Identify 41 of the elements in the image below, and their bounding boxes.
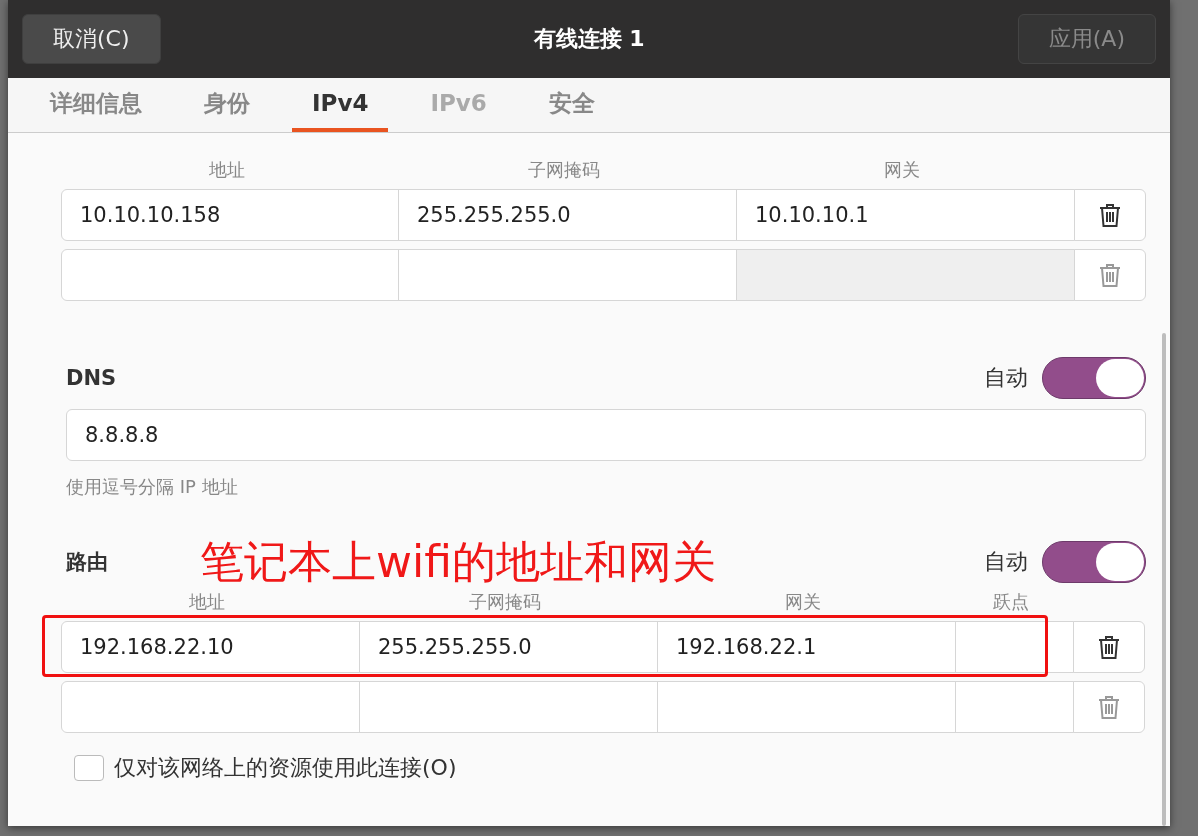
input-field[interactable]: 10.10.10.1 <box>736 189 1075 241</box>
column-header: 子网掩码 <box>527 158 601 182</box>
annotation-text: 笔记本上wifi的地址和网关 <box>200 534 717 589</box>
column-header: 跃点 <box>992 590 1030 614</box>
delete-button[interactable] <box>1074 189 1146 241</box>
column-header: 网关 <box>883 158 921 182</box>
input-field[interactable]: 10.10.10.158 <box>61 189 399 241</box>
checkbox-label: 仅对该网络上的资源使用此连接(O) <box>114 754 457 782</box>
input-field[interactable]: 192.168.22.10 <box>61 621 360 673</box>
toggle-switch[interactable] <box>1042 357 1146 399</box>
input-field[interactable] <box>657 681 956 733</box>
input-field[interactable] <box>61 249 399 301</box>
trash-icon <box>1097 694 1121 720</box>
delete-button[interactable] <box>1073 621 1145 673</box>
column-header: 地址 <box>207 158 246 182</box>
window-title: 有线连接 1 <box>533 25 645 53</box>
hint-text: 使用逗号分隔 IP 地址 <box>66 475 239 499</box>
tab[interactable]: IPv4 <box>292 78 389 132</box>
toggle-switch[interactable] <box>1042 541 1146 583</box>
section-label: DNS <box>66 366 118 390</box>
trash-icon <box>1098 262 1122 288</box>
input-field[interactable] <box>955 681 1074 733</box>
trash-icon <box>1097 634 1121 660</box>
section-label: 路由 <box>66 549 109 576</box>
input-field[interactable] <box>61 681 360 733</box>
column-header: 地址 <box>188 590 226 614</box>
checkbox[interactable] <box>74 755 104 781</box>
trash-icon <box>1098 202 1122 228</box>
auto-label: 自动 <box>984 548 1028 576</box>
input-field[interactable]: 192.168.22.1 <box>657 621 956 673</box>
input-field[interactable] <box>359 681 658 733</box>
input-field[interactable]: 255.255.255.0 <box>398 189 737 241</box>
auto-label: 自动 <box>984 364 1028 392</box>
column-header: 子网掩码 <box>468 590 542 614</box>
cancel-button[interactable]: 取消(C) <box>22 14 161 64</box>
column-header: 网关 <box>784 590 822 614</box>
input-field[interactable] <box>398 249 737 301</box>
input-field[interactable] <box>736 249 1075 301</box>
input-field[interactable]: 255.255.255.0 <box>359 621 658 673</box>
input-field[interactable]: 8.8.8.8 <box>66 409 1146 461</box>
input-field[interactable] <box>955 621 1074 673</box>
